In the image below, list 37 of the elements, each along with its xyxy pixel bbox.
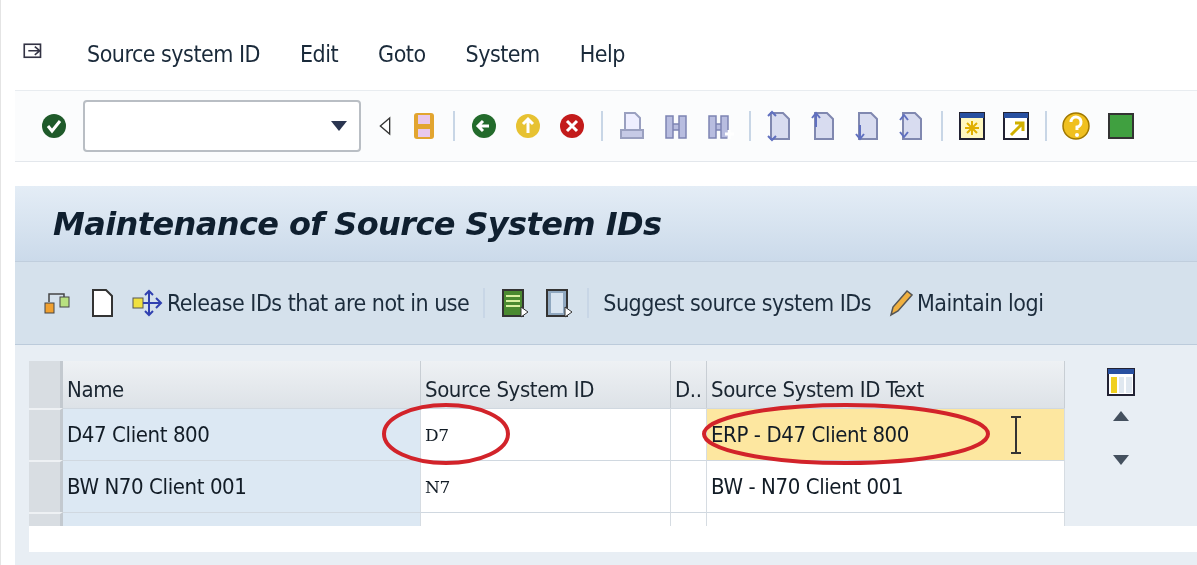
arrows-icon [131,287,163,319]
menu-item[interactable]: Goto [378,41,426,67]
release-ids-button[interactable]: Release IDs that are not in use [131,287,470,319]
column-header[interactable]: Source System ID [421,361,671,408]
column-header[interactable]: Name [63,361,421,408]
table-cell: D47 Client 800 [63,408,421,460]
print-icon[interactable] [617,110,647,142]
id-input[interactable] [421,512,671,526]
text-input[interactable]: BW - N70 Client 001 [707,460,1065,512]
column-settings-icon[interactable] [1106,367,1136,397]
table-cell [671,460,707,512]
text-cursor-icon [1009,415,1023,455]
form-icon[interactable] [543,287,574,319]
table-cell [671,512,707,526]
table-cell: BW N70 Client 001 [63,460,421,512]
maintain-button[interactable]: Maintain logi [884,287,1044,319]
id-input[interactable]: D7 [421,408,671,460]
new-window-icon[interactable] [957,110,987,142]
text-input[interactable]: ERP - D47 Client 800 [707,408,1065,460]
column-header[interactable]: D.. [671,361,707,408]
menu-item[interactable]: Help [579,41,625,67]
menu-item[interactable]: System [465,41,540,67]
scroll-up-icon[interactable] [1113,411,1129,421]
menu-item[interactable]: Edit [300,41,339,67]
scroll-down-icon[interactable] [1113,455,1129,465]
list-icon[interactable] [499,287,530,319]
dropdown-icon[interactable] [331,121,347,131]
screen-title: Maintenance of Source System IDs [53,204,662,243]
column-header[interactable]: Source System ID Text [707,361,1065,408]
id-input[interactable]: N7 [421,460,671,512]
menu-item[interactable]: Source system ID [87,41,260,67]
command-field[interactable] [83,100,361,152]
shortcut-icon[interactable] [1001,110,1031,142]
text-input[interactable] [707,512,1065,526]
help-icon[interactable] [1061,110,1091,142]
suggest-ids-button[interactable]: Suggest source system IDs [603,290,871,316]
table-cell [671,408,707,460]
